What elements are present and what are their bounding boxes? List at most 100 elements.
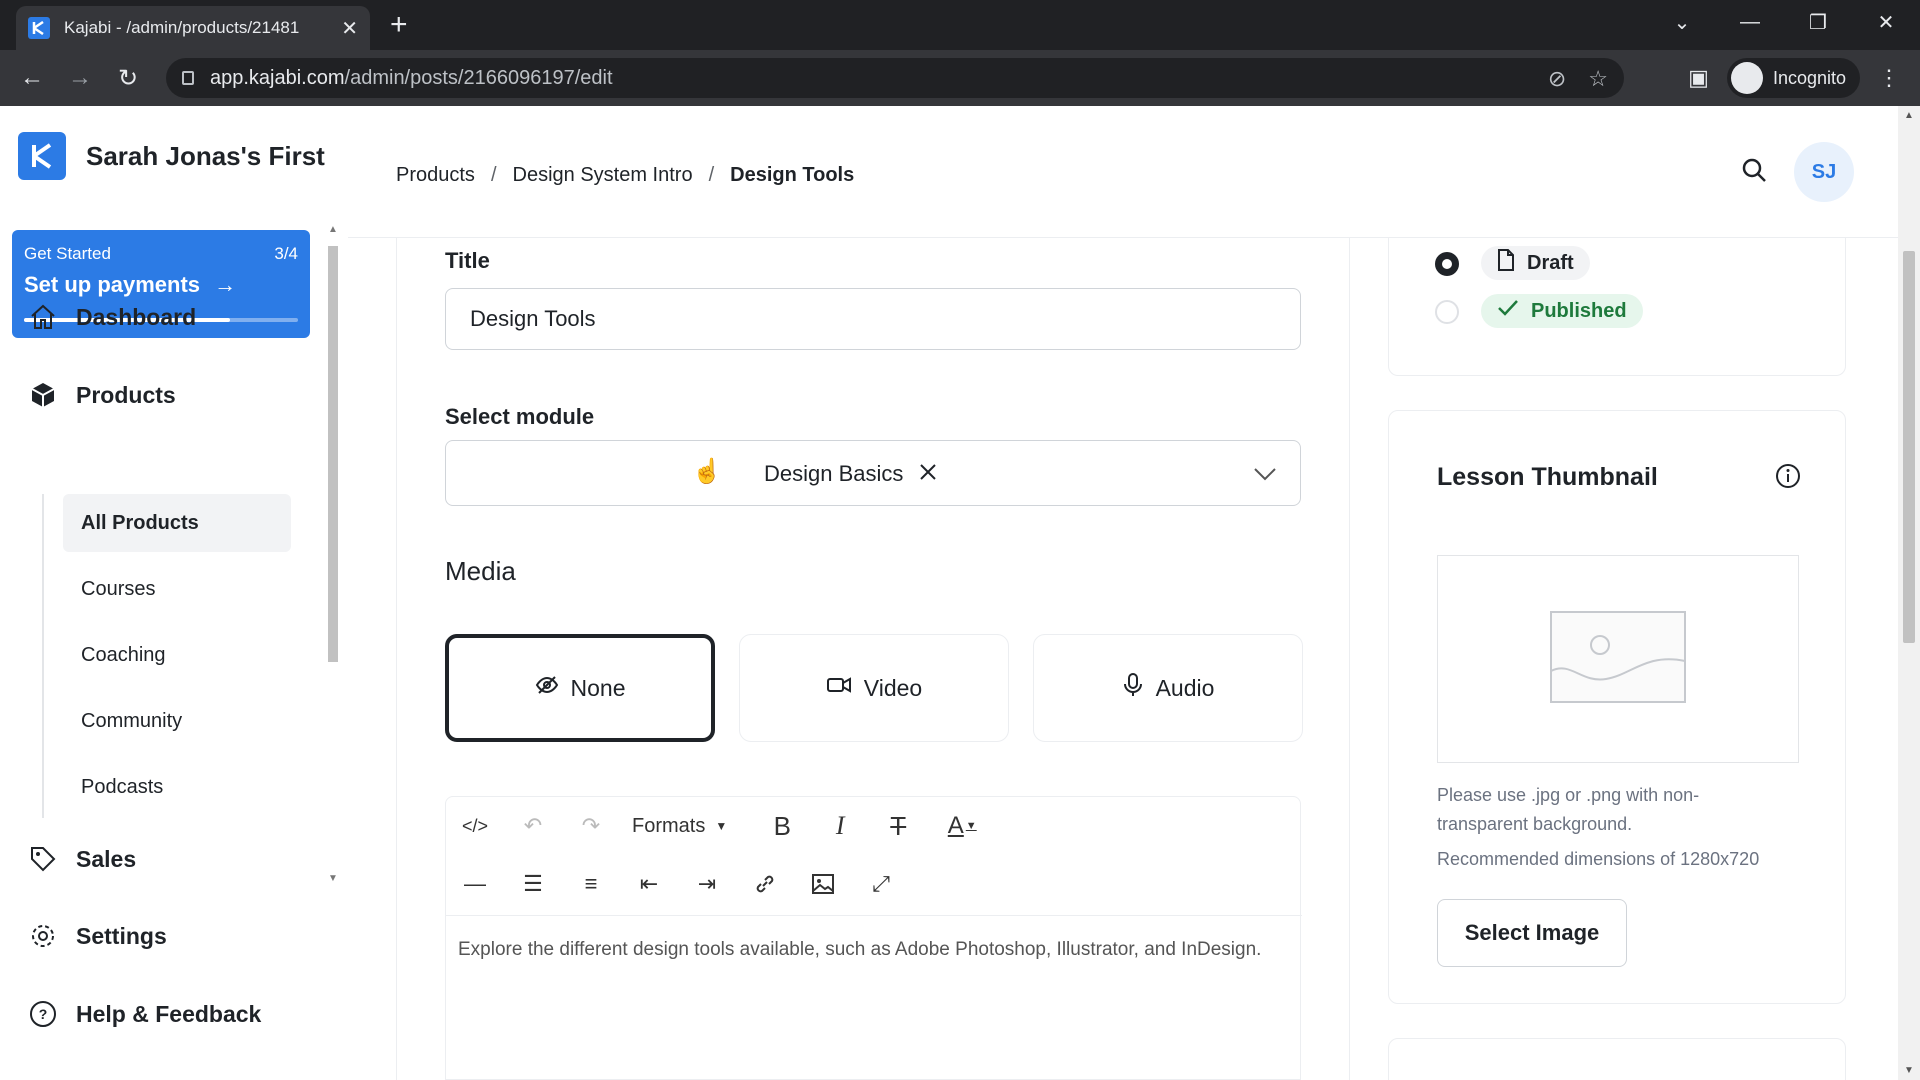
scroll-up-icon[interactable]: ▲ (328, 224, 338, 235)
tab-close-icon[interactable]: ✕ (341, 16, 358, 41)
breadcrumb-separator: / (490, 164, 497, 186)
browser-menu-icon[interactable]: ⋮ (1878, 65, 1900, 91)
redo-icon[interactable]: ↷ (562, 797, 620, 855)
module-chip: Design Basics (764, 461, 937, 487)
chevron-down-icon[interactable] (1252, 461, 1278, 492)
avatar[interactable]: SJ (1794, 142, 1854, 202)
undo-icon[interactable]: ↶ (504, 797, 562, 855)
window-close-icon[interactable]: ✕ (1852, 10, 1920, 35)
indent-icon[interactable]: ⇥ (678, 855, 736, 913)
lesson-thumbnail-card: Lesson Thumbnail Please use .jpg or .png… (1388, 410, 1846, 1004)
search-icon[interactable] (1740, 156, 1768, 189)
scroll-up-icon[interactable]: ▲ (1904, 110, 1914, 121)
sidebar-item-dashboard[interactable]: Dashboard (28, 302, 196, 332)
address-bar[interactable]: app.kajabi.com/admin/posts/2166096197/ed… (166, 58, 1624, 98)
microphone-icon (1122, 672, 1144, 704)
tag-icon (28, 844, 58, 874)
forward-icon[interactable]: → (56, 64, 104, 92)
side-panel-icon[interactable]: ▣ (1688, 65, 1709, 91)
breadcrumb-products[interactable]: Products (396, 164, 475, 187)
rich-text-editor: </> ↶ ↷ Formats ▼ B I T A ▼ — ☰ ≡ ⇤ ⇥ ⤢ … (445, 796, 1302, 1080)
media-option-video[interactable]: Video (739, 634, 1009, 742)
link-icon[interactable] (736, 855, 794, 913)
sidebar-scrollbar[interactable]: ▲ ▼ (324, 224, 342, 884)
editor-content[interactable]: Explore the different design tools avail… (458, 933, 1278, 967)
bookmark-star-icon[interactable]: ☆ (1588, 66, 1608, 92)
restore-icon[interactable]: ❐ (1784, 10, 1852, 35)
bullet-list-icon[interactable]: ☰ (504, 855, 562, 913)
page-scroll-thumb[interactable] (1903, 251, 1915, 643)
arrow-right-icon: → (214, 272, 237, 297)
new-tab-icon[interactable]: + (390, 8, 408, 42)
tab-search-icon[interactable]: ⌄ (1648, 10, 1716, 35)
strikethrough-icon[interactable]: T (869, 797, 927, 855)
scroll-down-icon[interactable]: ▼ (328, 873, 338, 884)
horizontal-rule-icon[interactable]: — (446, 855, 504, 913)
scroll-down-icon[interactable]: ▼ (1904, 1065, 1914, 1076)
app: Sarah Jonas's First Get Started 3/4 Set … (0, 106, 1920, 1080)
sidebar-scroll-thumb[interactable] (328, 246, 338, 662)
publish-status-card: Draft Published (1388, 238, 1846, 376)
fullscreen-icon[interactable]: ⤢ (852, 855, 910, 913)
radio-published[interactable] (1435, 300, 1459, 324)
media-option-audio[interactable]: Audio (1033, 634, 1303, 742)
minimize-icon[interactable]: — (1716, 11, 1784, 34)
page-scrollbar[interactable]: ▲ ▼ (1898, 106, 1920, 1080)
page-header: Products / Design System Intro / Design … (348, 106, 1898, 238)
text-color-icon[interactable]: A ▼ (927, 797, 997, 855)
sidebar-item-podcasts[interactable]: Podcasts (63, 758, 291, 816)
numbered-list-icon[interactable]: ≡ (562, 855, 620, 913)
get-started-action[interactable]: Set up payments → (24, 272, 298, 298)
sidebar-item-all-products[interactable]: All Products (63, 494, 291, 552)
editor-toolbar-row-2: — ☰ ≡ ⇤ ⇥ ⤢ (446, 855, 910, 913)
radio-draft[interactable] (1435, 252, 1459, 276)
reload-icon[interactable]: ↻ (104, 64, 152, 93)
site-name: Sarah Jonas's First (86, 140, 325, 171)
published-badge[interactable]: Published (1481, 294, 1643, 328)
title-input[interactable]: Design Tools (445, 288, 1301, 350)
lock-icon (182, 71, 194, 85)
select-image-button[interactable]: Select Image (1437, 899, 1627, 967)
url-text: app.kajabi.com/admin/posts/2166096197/ed… (210, 66, 613, 89)
brand[interactable]: Sarah Jonas's First (18, 132, 325, 180)
eye-off-icon (535, 673, 559, 703)
thumbnail-preview[interactable] (1437, 555, 1799, 763)
breadcrumb: Products / Design System Intro / Design … (396, 164, 854, 187)
box-icon (28, 380, 58, 410)
document-icon (1497, 249, 1515, 277)
lesson-form: Title Design Tools Select module ☝ Desig… (396, 238, 1350, 1080)
help-circle-icon: ? (28, 999, 58, 1029)
tracking-protection-icon[interactable]: ⊘ (1548, 66, 1566, 92)
get-started-progress: 3/4 (274, 244, 298, 263)
subnav-line (42, 494, 44, 818)
sidebar-item-settings[interactable]: Settings (28, 921, 167, 951)
code-view-icon[interactable]: </> (446, 797, 504, 855)
module-label: Select module (445, 404, 595, 429)
browser-tab[interactable]: Kajabi - /admin/products/21481 ✕ (16, 6, 370, 50)
info-icon[interactable] (1775, 463, 1801, 494)
sidebar-item-sales[interactable]: Sales (28, 844, 136, 874)
sidebar-item-community[interactable]: Community (63, 692, 291, 750)
gear-icon (28, 921, 58, 951)
breadcrumb-course[interactable]: Design System Intro (513, 164, 693, 187)
outdent-icon[interactable]: ⇤ (620, 855, 678, 913)
incognito-indicator[interactable]: Incognito (1726, 58, 1860, 98)
module-select[interactable]: ☝ Design Basics (445, 440, 1301, 506)
browser-tabstrip: Kajabi - /admin/products/21481 ✕ + ⌄ — ❐… (0, 0, 1920, 50)
sidebar: Sarah Jonas's First Get Started 3/4 Set … (0, 106, 348, 1080)
sidebar-item-coaching[interactable]: Coaching (63, 626, 291, 684)
italic-icon[interactable]: I (811, 797, 869, 855)
draft-badge[interactable]: Draft (1481, 246, 1590, 280)
sidebar-item-products[interactable]: Products (28, 380, 176, 410)
get-started-label: Get Started (24, 244, 111, 263)
image-icon[interactable] (794, 855, 852, 913)
back-icon[interactable]: ← (8, 64, 56, 92)
video-camera-icon (826, 673, 852, 703)
bold-icon[interactable]: B (753, 797, 811, 855)
close-icon[interactable] (919, 461, 937, 487)
sidebar-item-help[interactable]: ? Help & Feedback (28, 999, 261, 1029)
formats-dropdown[interactable]: Formats ▼ (620, 815, 753, 838)
browser-toolbar: ← → ↻ app.kajabi.com/admin/posts/2166096… (0, 50, 1920, 106)
sidebar-item-courses[interactable]: Courses (63, 560, 291, 618)
media-option-none[interactable]: None (445, 634, 715, 742)
